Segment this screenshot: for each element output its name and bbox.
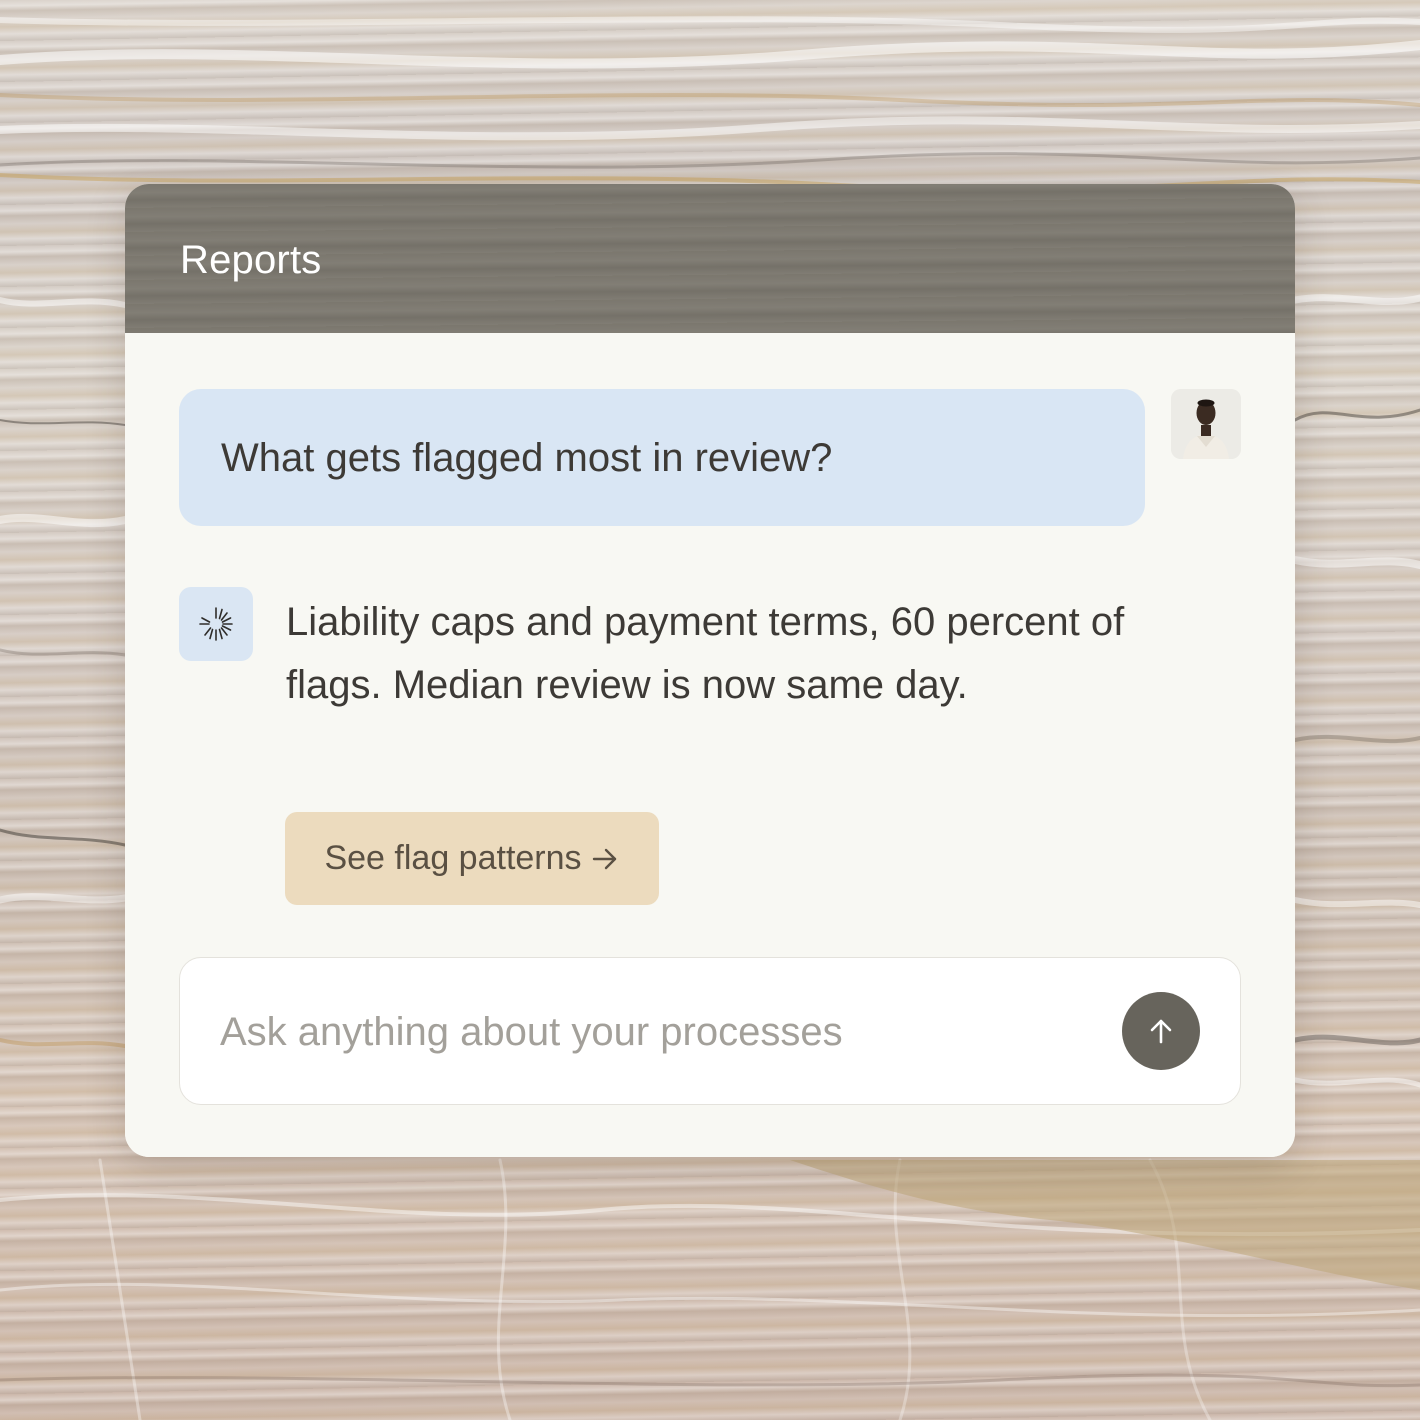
see-flag-patterns-button[interactable]: See flag patterns xyxy=(285,812,659,905)
arrow-right-icon xyxy=(592,848,616,869)
card-header: Reports xyxy=(125,184,1295,333)
page-title: Reports xyxy=(180,238,322,282)
reports-chat-card: Reports What gets flagged most in review… xyxy=(125,184,1295,1157)
assistant-message-text: Liability caps and payment terms, 60 per… xyxy=(286,600,1125,707)
user-message-text: What gets flagged most in review? xyxy=(221,436,833,480)
send-button[interactable] xyxy=(1122,992,1200,1070)
assistant-avatar xyxy=(179,587,253,661)
sparkle-burst-icon xyxy=(199,607,233,641)
user-message-bubble: What gets flagged most in review? xyxy=(179,389,1145,526)
arrow-up-icon xyxy=(1150,1019,1172,1044)
user-avatar xyxy=(1171,389,1241,459)
composer xyxy=(179,957,1241,1105)
user-avatar-photo-icon xyxy=(1171,389,1241,459)
chat-thread: What gets flagged most in review? Liabil… xyxy=(125,333,1295,1157)
see-flag-patterns-label: See flag patterns xyxy=(324,839,582,877)
ask-input[interactable] xyxy=(220,1002,1100,1062)
